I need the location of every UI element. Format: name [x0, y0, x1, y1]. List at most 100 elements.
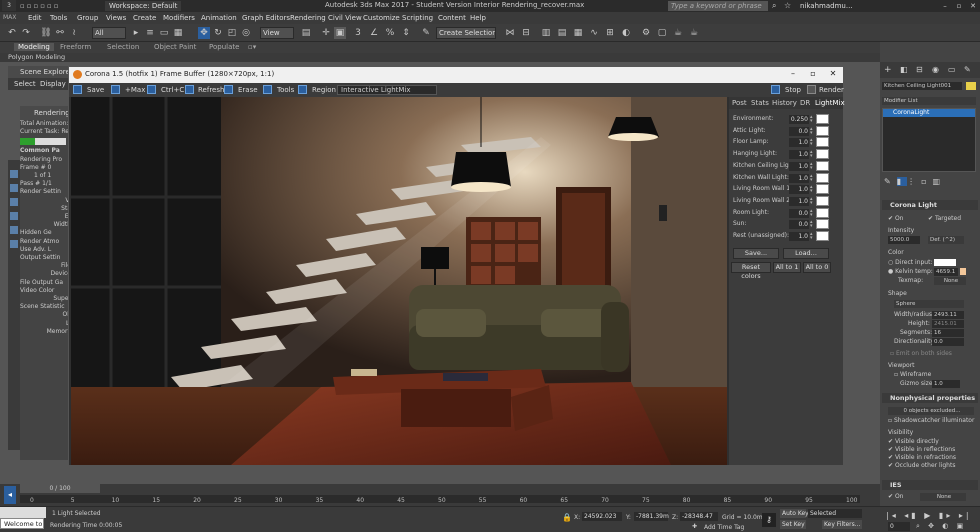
render-icon[interactable]	[807, 85, 816, 94]
link-icon[interactable]: ⛓	[40, 27, 52, 39]
maximize-button[interactable]: ▫	[952, 1, 966, 11]
modifier-stack-item[interactable]: CoronaLight	[883, 109, 975, 117]
y-coordinate-field[interactable]: -7881.39m	[634, 512, 669, 521]
lightmix-color-swatch[interactable]	[816, 149, 829, 160]
display-tab-icon[interactable]: ▭	[948, 65, 956, 74]
redo-icon[interactable]: ↷	[20, 27, 32, 39]
lightmix-load-button[interactable]: Load...	[783, 248, 829, 259]
select-manipulate-icon[interactable]: ✛	[320, 27, 332, 39]
lightmix-value-field[interactable]: 1.0	[789, 138, 809, 148]
lightmix-spinner[interactable]: ▴ ▾	[810, 115, 815, 124]
key-filters-button[interactable]: Key Filters...	[822, 520, 862, 529]
select-move-icon[interactable]: ✥	[198, 27, 210, 39]
intensity-field[interactable]: 5000.0	[888, 236, 920, 244]
ies-rollout[interactable]: IES	[882, 480, 978, 490]
copy-button[interactable]: Ctrl+C	[161, 85, 184, 95]
snaps-toggle-icon[interactable]: 3	[352, 27, 364, 39]
close-button[interactable]: ✕	[966, 1, 980, 11]
lightmix-color-swatch[interactable]	[816, 172, 829, 183]
pivot-center-icon[interactable]: ▤	[300, 27, 312, 39]
explorer-filter-icon[interactable]	[10, 240, 18, 248]
lightmix-spinner[interactable]: ▴ ▾	[810, 185, 815, 194]
targeted-checkbox[interactable]: ✔ Targeted	[928, 215, 961, 222]
lightmix-color-swatch[interactable]	[816, 207, 829, 218]
named-selection-dropdown[interactable]: Create Selection Se	[436, 27, 496, 39]
lightmix-color-swatch[interactable]	[816, 231, 829, 241]
lightmix-spinner[interactable]: ▴ ▾	[810, 208, 815, 218]
stop-button[interactable]: Stop	[785, 85, 801, 95]
material-editor-icon[interactable]: ◐	[620, 27, 632, 39]
explorer-filter-icon[interactable]	[10, 170, 18, 178]
minimize-button[interactable]: –	[938, 1, 952, 11]
x-coordinate-field[interactable]: 24592.023	[582, 512, 622, 521]
direct-input-swatch[interactable]	[934, 259, 956, 266]
menu-animation[interactable]: Animation	[201, 13, 237, 23]
menu-modifiers[interactable]: Modifiers	[163, 13, 195, 23]
emit-both-sides-checkbox[interactable]: ▫ Emit on both sides	[890, 350, 952, 357]
edit-named-selection-icon[interactable]: ✎	[420, 27, 432, 39]
to-max-icon[interactable]	[111, 85, 120, 94]
intensity-unit-dropdown[interactable]: Def. (^2)	[928, 236, 964, 244]
create-tab-icon[interactable]: +	[884, 65, 892, 75]
explorer-filter-icon[interactable]	[10, 226, 18, 234]
menu-views[interactable]: Views	[106, 13, 126, 23]
tab-selection[interactable]: Selection	[107, 43, 139, 51]
select-by-name-icon[interactable]: ≡	[144, 27, 156, 39]
frame-buffer-titlebar[interactable]: Corona 1.5 (hotfix 1) Frame Buffer (1280…	[69, 67, 843, 83]
placement-icon[interactable]: ◎	[240, 27, 252, 39]
ies-on-checkbox[interactable]: ✔ On	[888, 493, 903, 500]
lightmix-color-swatch[interactable]	[816, 160, 829, 171]
user-account[interactable]: nikahmadmu...	[800, 1, 853, 11]
shadowcatcher-checkbox[interactable]: ▫ Shadowcatcher illuminator	[888, 417, 974, 424]
region-icon[interactable]	[298, 85, 307, 94]
render-production-icon[interactable]: ☕	[672, 27, 684, 39]
lightmix-value-field[interactable]: 1.0	[789, 161, 809, 171]
modifier-list-dropdown[interactable]: Modifier List	[882, 97, 976, 105]
menu-tools[interactable]: Tools	[50, 13, 67, 23]
tab-stats[interactable]: Stats	[751, 99, 769, 107]
select-scale-icon[interactable]: ◰	[226, 27, 238, 39]
save-icon[interactable]	[73, 85, 82, 94]
kelvin-temp-field[interactable]: 4659.1	[934, 268, 958, 276]
all-to-0-button[interactable]: All to 0	[803, 262, 831, 273]
explorer-filter-icon[interactable]	[10, 184, 18, 192]
maxscript-listener[interactable]	[0, 507, 46, 518]
lightmix-value-field[interactable]: 1.0	[789, 173, 809, 183]
current-frame-field[interactable]: 0	[888, 522, 910, 531]
reference-coordinate-dropdown[interactable]: View	[260, 27, 294, 39]
tab-history[interactable]: History	[772, 99, 797, 107]
stop-icon[interactable]	[771, 85, 780, 94]
to-max-button[interactable]: +Max	[125, 85, 145, 95]
channel-dropdown[interactable]: Interactive LightMix	[337, 85, 437, 95]
segments-field[interactable]: 16	[932, 329, 964, 337]
region-button[interactable]: Region	[312, 85, 336, 95]
copy-icon[interactable]	[147, 85, 156, 94]
tab-lightmix[interactable]: LightMix	[815, 99, 845, 107]
lightmix-value-field[interactable]: 0.250	[789, 115, 809, 124]
fb-maximize-button[interactable]: ▫	[803, 69, 823, 78]
menu-graph-editors[interactable]: Graph Editors	[242, 13, 290, 23]
ies-file-button[interactable]: None	[920, 493, 966, 501]
tools-button[interactable]: Tools	[277, 85, 294, 95]
texmap-button[interactable]: None	[934, 277, 966, 285]
undo-icon[interactable]: ↶	[6, 27, 18, 39]
lightmix-color-swatch[interactable]	[816, 219, 829, 230]
render-image[interactable]	[71, 97, 727, 465]
ribbon-panel-label[interactable]: Polygon Modeling	[0, 53, 880, 62]
unlink-icon[interactable]: ⚯	[54, 27, 66, 39]
lock-icon[interactable]: 🔒	[562, 513, 572, 522]
workspace-dropdown[interactable]: Workspace: Default	[105, 1, 182, 11]
lightmix-spinner[interactable]: ▴ ▾	[810, 232, 815, 241]
toggle-layer-explorer-icon[interactable]: ▤	[556, 27, 568, 39]
lightmix-color-swatch[interactable]	[816, 114, 829, 124]
toggle-scene-explorer-icon[interactable]: ▥	[540, 27, 552, 39]
playback-controls[interactable]: |◂ ◂▮ ▶ ▮▸ ▸|	[886, 511, 972, 520]
height-field[interactable]: 2415.01	[932, 320, 964, 328]
all-to-1-button[interactable]: All to 1	[773, 262, 801, 273]
motion-tab-icon[interactable]: ◉	[932, 65, 939, 74]
explorer-filter-icon[interactable]	[10, 198, 18, 206]
window-crossing-icon[interactable]: ▦	[172, 27, 184, 39]
menu-civil-view[interactable]: Civil View	[328, 13, 362, 23]
selection-filter-dropdown[interactable]: All	[92, 27, 126, 39]
lightmix-value-field[interactable]: 0.0	[789, 208, 809, 218]
